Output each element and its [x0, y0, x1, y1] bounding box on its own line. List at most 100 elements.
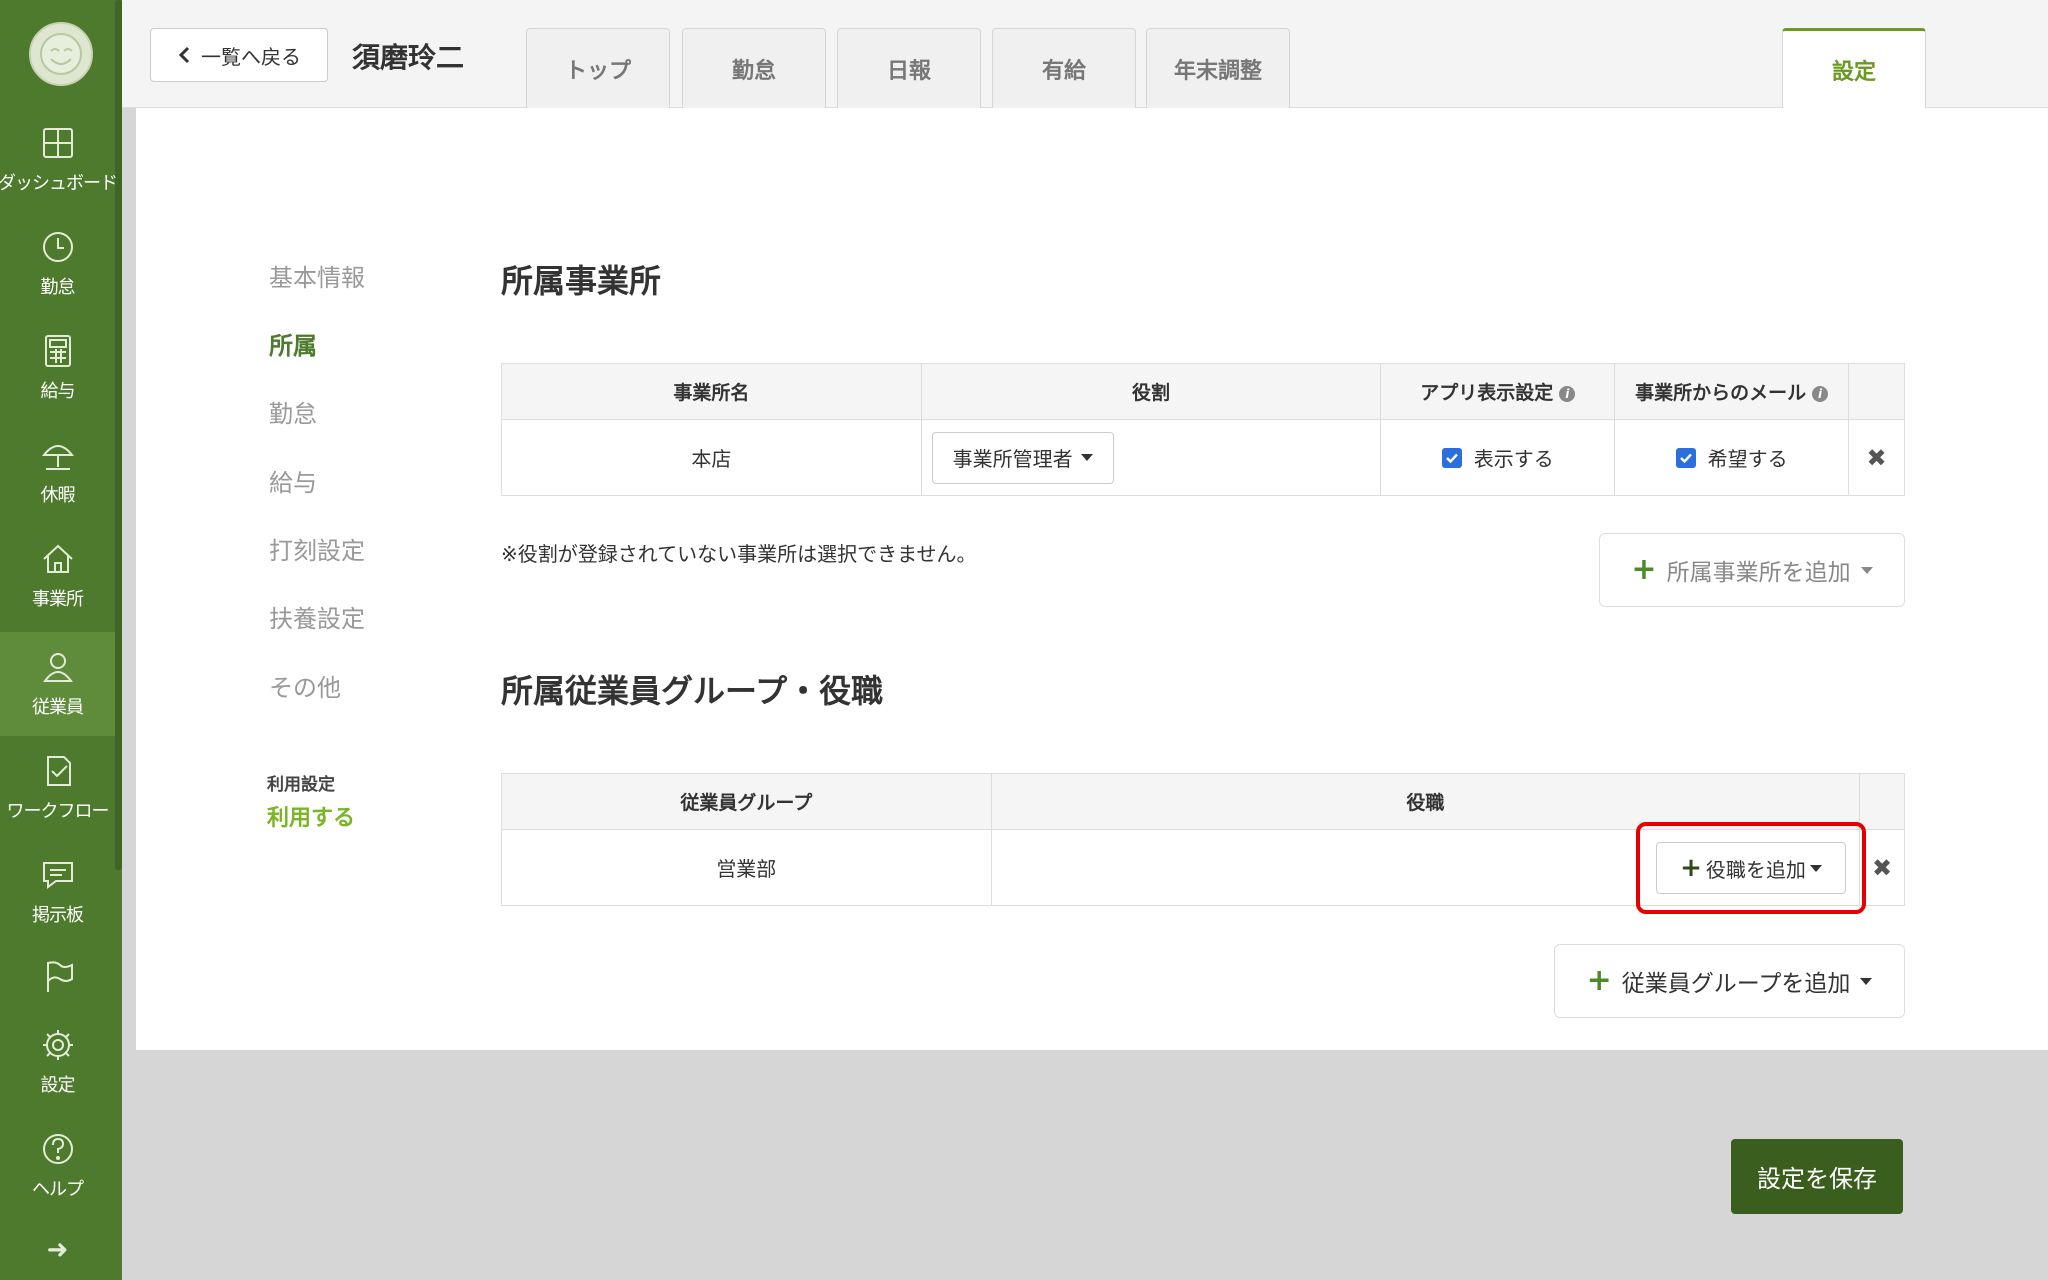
subnav-attendance[interactable]: 勤怠 [269, 394, 317, 429]
help-icon [42, 1134, 73, 1164]
office-email-checkbox-wrap[interactable]: 希望する [1675, 443, 1788, 472]
nav-label: ワークフロー [6, 801, 110, 822]
save-settings-button[interactable]: 設定を保存 [1731, 1139, 1903, 1214]
remove-cell: ✖ [1848, 419, 1905, 496]
app-display-checkbox-wrap[interactable]: 表示する [1441, 443, 1554, 472]
role-cell: 事業所管理者 [920, 419, 1382, 496]
avatar[interactable] [29, 22, 93, 86]
nav-item-attendance[interactable]: 勤怠 [0, 212, 115, 316]
chevron-left-icon [178, 46, 190, 64]
calculator-icon [44, 335, 71, 367]
subnav-affiliation[interactable]: 所属 [269, 326, 317, 361]
check-icon [1445, 453, 1458, 463]
plus-icon: + [1631, 552, 1657, 587]
groups-section-title: 所属従業員グループ・役職 [501, 672, 884, 710]
gear-icon [42, 1030, 73, 1060]
tab-paid-leave[interactable]: 有給 [992, 28, 1136, 108]
add-employee-group-label: 従業員グループを追加 [1621, 971, 1851, 997]
nav-item-settings[interactable]: 設定 [0, 1010, 115, 1114]
offices-section-title: 所属事業所 [501, 262, 662, 300]
subnav-payroll[interactable]: 給与 [269, 463, 317, 498]
remove-office-close-icon[interactable]: ✖ [1866, 444, 1886, 472]
settings-panel: 基本情報 所属 勤怠 給与 打刻設定 扶養設定 その他 利用設定 利用する 所属… [136, 108, 2048, 1050]
plus-icon: + [1586, 963, 1612, 998]
nav-item-payroll[interactable]: 給与 [0, 316, 115, 420]
offices-table: 事業所名 役割 アプリ表示設定 i 事業所からのメール i 本店 事業所管理者 表示… [501, 363, 1905, 496]
home-icon [42, 544, 73, 573]
remove-group-close-icon[interactable]: ✖ [1872, 854, 1892, 882]
sidebar: ダッシュボード 勤怠 給与 休暇 事業所 従業員 ワークフロー 掲示板 設定 ヘ… [0, 0, 122, 1280]
nav-label: 給与 [40, 381, 76, 402]
chat-icon [42, 862, 73, 889]
app-display-cell: 表示する [1380, 419, 1616, 496]
smiley-icon [40, 33, 82, 75]
back-button-label: 一覧へ戻る [201, 44, 301, 69]
tab-daily-report[interactable]: 日報 [837, 28, 981, 108]
nav-item-office[interactable]: 事業所 [0, 524, 115, 628]
app-display-label: 表示する [1473, 447, 1554, 471]
table-row: 本店 事業所管理者 表示する 希望する ✖ [501, 419, 1905, 496]
col-office-name: 事業所名 [501, 363, 922, 420]
nav-label: ヘルプ [32, 1179, 84, 1200]
usage-setting-label: 利用設定 [267, 775, 335, 795]
caret-down-icon [1860, 977, 1873, 985]
col-employee-group: 従業員グループ [501, 773, 992, 830]
tab-top[interactable]: トップ [526, 28, 670, 108]
back-to-list-button[interactable]: 一覧へ戻る [150, 28, 328, 82]
subnav-other[interactable]: その他 [269, 668, 341, 703]
col-app-display: アプリ表示設定 i [1380, 363, 1616, 420]
col-remove [1859, 773, 1905, 830]
add-office-label: 所属事業所を追加 [1666, 560, 1851, 586]
nav-label: 事業所 [32, 589, 84, 610]
flag-icon [46, 961, 73, 992]
caret-down-icon [1080, 454, 1093, 461]
col-app-display-label: アプリ表示設定 [1420, 382, 1554, 404]
nav-label: 従業員 [32, 697, 84, 718]
nav-label: 勤怠 [40, 277, 76, 298]
nav-item-dashboard[interactable]: ダッシュボード [0, 108, 118, 212]
check-icon [1679, 453, 1692, 463]
role-select-value: 事業所管理者 [952, 447, 1073, 471]
umbrella-icon [41, 445, 74, 470]
nav-item-flag[interactable] [0, 950, 115, 1002]
add-office-button[interactable]: + 所属事業所を追加 [1599, 533, 1905, 607]
col-remove [1848, 363, 1905, 420]
nav-item-leave[interactable]: 休暇 [0, 420, 115, 524]
caret-down-icon [1860, 566, 1873, 574]
usage-setting-value[interactable]: 利用する [267, 800, 355, 832]
tab-attendance[interactable]: 勤怠 [682, 28, 826, 108]
nav-item-employee[interactable]: 従業員 [0, 632, 115, 736]
nav-item-help[interactable]: ヘルプ [0, 1114, 115, 1218]
info-icon[interactable]: i [1559, 385, 1576, 402]
nav-item-workflow[interactable]: ワークフロー [0, 736, 115, 840]
role-select[interactable]: 事業所管理者 [931, 431, 1114, 484]
topbar: 一覧へ戻る 須磨玲二 トップ 勤怠 日報 有給 年末調整 設定 [122, 0, 2048, 109]
tab-year-end-adjustment[interactable]: 年末調整 [1146, 28, 1290, 108]
group-name-cell: 営業部 [501, 829, 992, 906]
subnav-dependents[interactable]: 扶養設定 [269, 599, 365, 634]
office-email-cell: 希望する [1614, 419, 1850, 496]
subnav-clock-settings[interactable]: 打刻設定 [269, 531, 365, 566]
office-name-cell: 本店 [501, 419, 922, 496]
info-icon[interactable]: i [1812, 385, 1829, 402]
subnav-basic-info[interactable]: 基本情報 [269, 258, 365, 293]
add-employee-group-button[interactable]: + 従業員グループを追加 [1554, 944, 1905, 1018]
office-email-checkbox[interactable] [1675, 447, 1696, 468]
col-office-email-label: 事業所からのメール [1635, 382, 1807, 404]
dashboard-icon [42, 128, 73, 158]
tab-settings[interactable]: 設定 [1782, 28, 1926, 109]
employee-name: 須磨玲二 [352, 41, 465, 74]
checklist-icon [46, 756, 71, 786]
nav-label: 休暇 [40, 485, 76, 506]
nav-label: 掲示板 [32, 905, 84, 926]
col-role: 役割 [920, 363, 1382, 420]
sidebar-expand-arrow-icon[interactable]: ➜ [0, 1230, 115, 1270]
clock-icon [42, 232, 73, 262]
col-office-email: 事業所からのメール i [1614, 363, 1850, 420]
remove-cell: ✖ [1859, 829, 1905, 906]
nav-item-board[interactable]: 掲示板 [0, 840, 115, 944]
nav-label: ダッシュボード [0, 173, 118, 194]
sidebar-scrollbar[interactable] [115, 0, 122, 870]
highlight-box [1636, 822, 1866, 914]
app-display-checkbox[interactable] [1441, 447, 1462, 468]
